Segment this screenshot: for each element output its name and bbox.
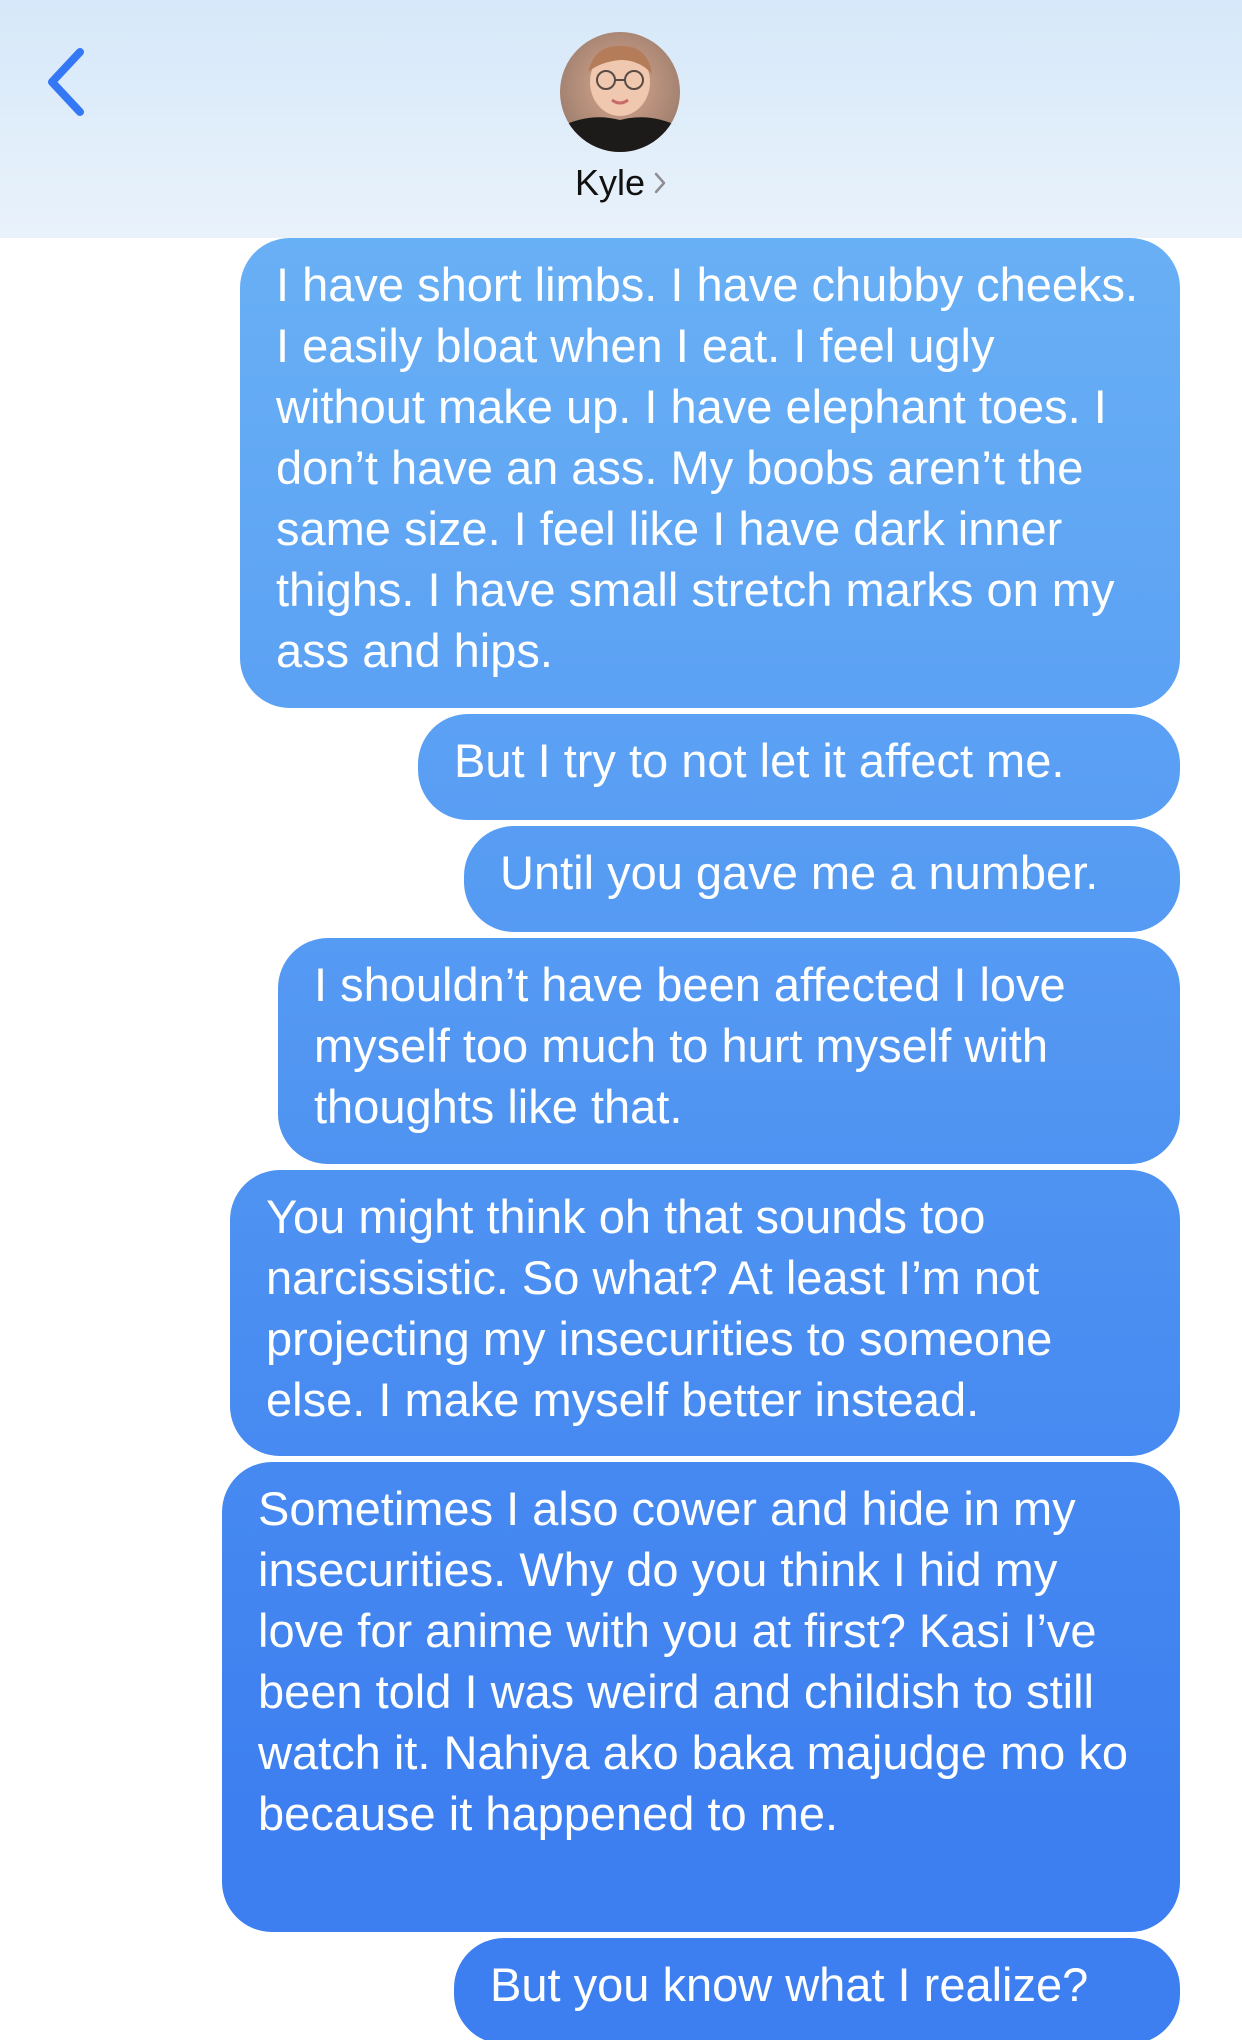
message-bubble[interactable]: I shouldn’t have been affected I love my… xyxy=(278,938,1180,1164)
message-text: I have short limbs. I have chubby cheeks… xyxy=(276,258,1139,677)
chevron-left-icon xyxy=(48,48,84,116)
message-bubble[interactable]: I have short limbs. I have chubby cheeks… xyxy=(240,238,1180,708)
chevron-right-icon xyxy=(654,173,666,194)
message-bubble[interactable]: Sometimes I also cower and hide in my in… xyxy=(222,1462,1180,1932)
message-bubble[interactable]: Until you gave me a number. xyxy=(464,826,1180,932)
message-thread[interactable]: I have short limbs. I have chubby cheeks… xyxy=(0,238,1242,2040)
contact-name-button[interactable]: Kyle xyxy=(0,162,1242,204)
back-button[interactable] xyxy=(40,42,100,122)
message-bubble[interactable]: You might think oh that sounds too narci… xyxy=(230,1170,1180,1456)
message-text: I shouldn’t have been affected I love my… xyxy=(314,958,1066,1133)
message-bubble[interactable]: But you know what I realize? xyxy=(454,1938,1180,2040)
message-bubble[interactable]: But I try to not let it affect me. xyxy=(418,714,1180,820)
message-text: But you know what I realize? xyxy=(490,1958,1089,2011)
message-text: Until you gave me a number. xyxy=(500,846,1099,899)
message-text: Sometimes I also cower and hide in my in… xyxy=(258,1482,1128,1840)
message-text: But I try to not let it affect me. xyxy=(454,734,1065,787)
conversation-header: Kyle xyxy=(0,0,1242,239)
contact-name: Kyle xyxy=(574,162,646,203)
contact-avatar[interactable] xyxy=(560,32,680,152)
message-text: You might think oh that sounds too narci… xyxy=(266,1190,1053,1426)
